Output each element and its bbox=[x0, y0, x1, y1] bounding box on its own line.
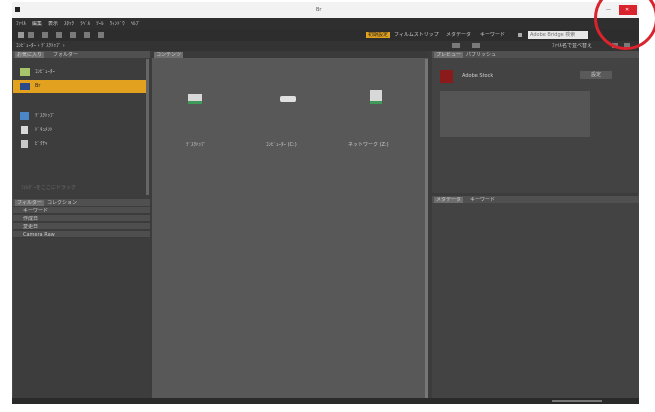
toolbar: 初期設定 フィルムストリップ メタデータ キーワード bbox=[12, 29, 639, 41]
tab-preview[interactable]: プレビュー bbox=[434, 52, 464, 58]
drag-hint: ﾌｫﾙﾀﾞｰをここにドラッグ bbox=[21, 185, 77, 191]
app-logo-icon bbox=[15, 7, 20, 12]
refine-icon[interactable] bbox=[84, 32, 90, 38]
favorites-panel: お気に入り フォルダー ｺﾝﾋﾟｭｰﾀｰ Br ﾃﾞｽｸﾄｯﾌﾟ ﾄﾞｷｭﾒﾝﾄ… bbox=[13, 51, 150, 197]
return-icon[interactable] bbox=[56, 32, 62, 38]
menu-stack[interactable]: ｽﾀｯｸ bbox=[64, 21, 74, 27]
document-icon bbox=[21, 126, 28, 134]
content-scrollbar[interactable] bbox=[425, 59, 428, 398]
star-filter-icon[interactable] bbox=[472, 43, 480, 48]
menu-help[interactable]: ﾍﾙﾌﾟ bbox=[131, 21, 141, 27]
content-item-computer[interactable]: ｺﾝﾋﾟｭｰﾀｰ (C:) bbox=[258, 86, 318, 150]
search-input[interactable] bbox=[528, 31, 588, 39]
favorite-label: ｺﾝﾋﾟｭｰﾀｰ bbox=[35, 69, 56, 75]
breadcrumb[interactable]: ｺﾝﾋﾟｭｰﾀｰ › ﾃﾞｽｸﾄｯﾌﾟ › bbox=[16, 43, 65, 49]
tab-keywords[interactable]: キーワード bbox=[470, 197, 495, 203]
menu-file[interactable]: ﾌｧｲﾙ bbox=[16, 21, 26, 27]
menu-edit[interactable]: 編集 bbox=[32, 21, 42, 27]
tab-folders[interactable]: フォルダー bbox=[53, 52, 78, 58]
filter-label: キーワード bbox=[23, 208, 49, 214]
favorite-desktop[interactable]: ﾃﾞｽｸﾄｯﾌﾟ bbox=[13, 111, 146, 121]
folder-icon bbox=[20, 83, 30, 90]
title-bar: Br — ✕ bbox=[12, 2, 639, 18]
tab-metadata[interactable]: メタデータ bbox=[434, 197, 464, 203]
filter-label: 作成日 bbox=[23, 216, 39, 222]
desktop-icon bbox=[20, 112, 29, 120]
preview-panel-header bbox=[432, 51, 639, 58]
filter-row[interactable]: 作成日 bbox=[13, 215, 150, 222]
zoom-slider[interactable] bbox=[552, 400, 602, 402]
menu-label[interactable]: ﾗﾍﾞﾙ bbox=[80, 21, 90, 27]
filter-row[interactable]: 変更日 bbox=[13, 223, 150, 230]
content-item-desktop[interactable]: ﾃﾞｽｸﾄｯﾌﾟ bbox=[176, 86, 220, 150]
path-bar: ｺﾝﾋﾟｭｰﾀｰ › ﾃﾞｽｸﾄｯﾌﾟ › ﾌｧｲﾙ名で並べ替え bbox=[12, 41, 639, 51]
favorite-label: ﾃﾞｽｸﾄｯﾌﾟ bbox=[35, 113, 56, 119]
filter-row[interactable]: キーワード bbox=[13, 207, 150, 214]
workspace-tab-essentials[interactable]: 初期設定 bbox=[366, 32, 391, 38]
favorite-label: ﾄﾞｷｭﾒﾝﾄ bbox=[35, 127, 53, 133]
computer-icon bbox=[20, 68, 30, 76]
workspace-menu-icon[interactable] bbox=[518, 33, 522, 37]
desktop-drive-icon bbox=[188, 94, 202, 104]
tab-publish[interactable]: パブリッシュ bbox=[466, 52, 496, 58]
tab-favorites[interactable]: お気に入り bbox=[15, 52, 45, 58]
favorite-label: ﾋﾟｸﾁｬ bbox=[35, 141, 48, 147]
tab-filter[interactable]: フィルター bbox=[15, 200, 44, 206]
content-item-label: ﾃﾞｽｸﾄｯﾌﾟ bbox=[186, 142, 207, 148]
content-item-network[interactable]: ネットワーク (Z:) bbox=[344, 86, 416, 150]
rotate-icon[interactable] bbox=[98, 32, 104, 38]
content-item-label: ネットワーク (Z:) bbox=[348, 142, 389, 148]
camera-icon[interactable] bbox=[70, 32, 76, 38]
back-icon[interactable] bbox=[18, 32, 24, 38]
sort-dropdown[interactable]: ﾌｧｲﾙ名で並べ替え bbox=[552, 43, 592, 49]
filter-label: 変更日 bbox=[23, 224, 39, 230]
menu-bar: ﾌｧｲﾙ 編集 表示 ｽﾀｯｸ ﾗﾍﾞﾙ ﾂｰﾙ ｳｨﾝﾄﾞｳ ﾍﾙﾌﾟ bbox=[12, 18, 639, 29]
filter-panel: フィルター コレクション キーワード 作成日 変更日 Camera Raw bbox=[13, 199, 150, 398]
stock-settings-button[interactable]: 設定 bbox=[580, 71, 612, 79]
tab-content[interactable]: コンテンツ bbox=[154, 52, 184, 58]
metadata-panel-header bbox=[432, 196, 639, 203]
tab-collections[interactable]: コレクション bbox=[47, 200, 77, 206]
metadata-panel: メタデータ キーワード bbox=[432, 196, 639, 398]
favorite-documents[interactable]: ﾄﾞｷｭﾒﾝﾄ bbox=[13, 125, 146, 135]
content-item-label: ｺﾝﾋﾟｭｰﾀｰ (C:) bbox=[266, 142, 297, 148]
workspace-tab-metadata[interactable]: メタデータ bbox=[446, 32, 471, 38]
menu-window[interactable]: ｳｨﾝﾄﾞｳ bbox=[110, 21, 125, 27]
favorite-computer[interactable]: ｺﾝﾋﾟｭｰﾀｰ bbox=[13, 67, 146, 77]
workspace-tab-filmstrip[interactable]: フィルムストリップ bbox=[394, 32, 439, 38]
content-panel-header bbox=[152, 51, 428, 58]
recent-folder-icon[interactable] bbox=[42, 32, 48, 38]
preview-panel: プレビュー パブリッシュ Adobe Stock 設定 bbox=[432, 51, 639, 193]
network-drive-icon bbox=[370, 90, 382, 104]
hard-drive-icon bbox=[280, 96, 296, 102]
pictures-icon bbox=[21, 140, 28, 148]
workspace-tab-keywords[interactable]: キーワード bbox=[480, 32, 505, 38]
adobe-stock-icon bbox=[440, 70, 453, 83]
window-title: Br bbox=[316, 7, 322, 13]
favorite-pictures[interactable]: ﾋﾟｸﾁｬ bbox=[13, 139, 146, 149]
filter-row[interactable]: Camera Raw bbox=[13, 231, 150, 238]
preview-thumbnail-area bbox=[440, 91, 590, 137]
menu-view[interactable]: 表示 bbox=[48, 21, 58, 27]
content-panel: コンテンツ ﾃﾞｽｸﾄｯﾌﾟ ｺﾝﾋﾟｭｰﾀｰ (C:) ネットワーク (Z:) bbox=[152, 51, 428, 398]
status-bar bbox=[12, 398, 639, 404]
favorite-label: Br bbox=[35, 83, 41, 89]
favorites-scrollbar[interactable] bbox=[146, 59, 149, 195]
filter-label: Camera Raw bbox=[23, 232, 55, 238]
menu-tools[interactable]: ﾂｰﾙ bbox=[96, 21, 104, 27]
quality-icon[interactable] bbox=[452, 43, 460, 48]
stock-account-label: Adobe Stock bbox=[462, 73, 494, 79]
favorite-bridge[interactable]: Br bbox=[13, 80, 146, 93]
forward-icon[interactable] bbox=[28, 32, 34, 38]
